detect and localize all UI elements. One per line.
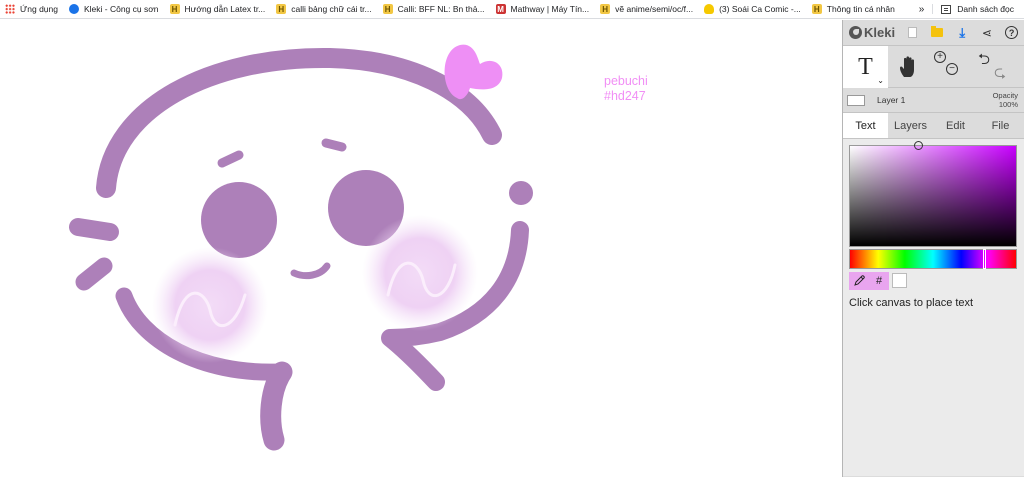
eyedropper-icon bbox=[853, 275, 865, 286]
panel-tabs: Text Layers Edit File bbox=[843, 113, 1024, 138]
zoom-out-icon[interactable]: − bbox=[946, 63, 958, 75]
head-outline-stroke bbox=[96, 47, 502, 198]
tool-panel: Kleki ⤓ ⋖ ? T ⌄ + − ⮌ ⮎ Layer 1 Opacity bbox=[842, 20, 1024, 477]
reading-list-button[interactable]: Danh sách đọc bbox=[932, 4, 1024, 14]
bookmark-h-icon: H bbox=[382, 4, 393, 14]
text-tool-hint: Click canvas to place text bbox=[849, 297, 974, 309]
share-button[interactable]: ⋖ bbox=[975, 20, 1000, 46]
bookmark-profile[interactable]: H Thông tin cá nhân bbox=[807, 0, 901, 18]
panel-topbar: Kleki ⤓ ⋖ ? bbox=[843, 20, 1024, 46]
bookmarks-bar: Ứng dụng Kleki - Công cụ sơn H Hướng dẫn… bbox=[0, 0, 1024, 19]
reading-list-label: Danh sách đọc bbox=[957, 4, 1014, 14]
bookmark-latex[interactable]: H Hướng dẫn Latex tr... bbox=[165, 0, 272, 18]
picker-handle[interactable] bbox=[914, 141, 923, 150]
opacity-value: 100% bbox=[998, 100, 1018, 109]
bookmark-label: Ứng dụng bbox=[20, 4, 58, 14]
new-image-button[interactable] bbox=[900, 20, 925, 46]
apps-grid-icon bbox=[5, 4, 15, 14]
bookmark-label: Mathway | Máy Tín... bbox=[510, 4, 590, 14]
text-tool-icon: T bbox=[858, 53, 873, 80]
hand-icon bbox=[900, 56, 914, 77]
eyedropper-button[interactable] bbox=[849, 271, 869, 290]
hue-handle[interactable] bbox=[983, 249, 986, 269]
layer-preview-row[interactable]: Layer 1 Opacity 100% bbox=[843, 88, 1024, 113]
left-dash-lower-stroke bbox=[75, 257, 113, 291]
bookmark-label: (3) Soái Ca Comic -... bbox=[719, 4, 801, 14]
saturation-value-picker[interactable] bbox=[849, 141, 1017, 247]
new-file-icon bbox=[908, 27, 918, 38]
zoom-in-icon[interactable]: + bbox=[934, 51, 946, 63]
bookmark-h-icon: H bbox=[811, 4, 822, 14]
tool-dropdown-icon[interactable]: ⌄ bbox=[877, 76, 884, 85]
bookmark-label: vẽ anime/semi/oc/f... bbox=[615, 4, 694, 14]
share-icon: ⋖ bbox=[981, 25, 992, 40]
kleki-logo[interactable]: Kleki bbox=[843, 25, 900, 40]
tab-layers[interactable]: Layers bbox=[888, 113, 933, 138]
history-controls: ⮌ ⮎ bbox=[972, 46, 1018, 88]
bookmark-label: Kleki - Công cụ sơn bbox=[83, 4, 159, 14]
undo-icon[interactable]: ⮌ bbox=[978, 49, 990, 74]
heart-bow bbox=[444, 44, 503, 100]
bookmark-h-icon: H bbox=[169, 4, 180, 14]
leg-stroke bbox=[260, 361, 293, 451]
bookmark-anime[interactable]: H vẽ anime/semi/oc/f... bbox=[595, 0, 699, 18]
bookmark-h-icon: H bbox=[276, 4, 287, 14]
kleki-icon bbox=[68, 4, 79, 14]
artist-signature: pebuchi #hd247 bbox=[604, 74, 648, 104]
help-icon: ? bbox=[1005, 26, 1019, 39]
save-button[interactable]: ⤓ bbox=[950, 20, 975, 46]
zoom-controls: + − bbox=[930, 46, 972, 88]
bookmark-kleki[interactable]: Kleki - Công cụ sơn bbox=[64, 0, 165, 18]
layer-name: Layer 1 bbox=[877, 95, 906, 105]
arm-dot bbox=[509, 181, 533, 205]
drawing-canvas[interactable]: pebuchi #hd247 bbox=[0, 20, 842, 477]
hue-slider[interactable] bbox=[849, 249, 1017, 269]
help-button[interactable]: ? bbox=[999, 20, 1024, 46]
layer-opacity: Opacity 100% bbox=[993, 91, 1018, 109]
left-eyebrow-stroke bbox=[217, 150, 244, 168]
bookmark-mathway[interactable]: M Mathway | Máy Tín... bbox=[491, 0, 596, 18]
layer-thumbnail bbox=[847, 94, 865, 106]
folder-icon bbox=[931, 26, 944, 37]
text-tool-button[interactable]: T ⌄ bbox=[843, 46, 888, 88]
hex-input-button[interactable]: # bbox=[869, 271, 889, 290]
tool-row: T ⌄ + − ⮌ ⮎ bbox=[843, 46, 1024, 88]
left-blush bbox=[152, 247, 268, 363]
color-tools-row: # bbox=[849, 271, 1018, 290]
bulb-icon bbox=[704, 4, 715, 14]
current-color-swatch[interactable] bbox=[892, 273, 907, 288]
canvas-drawing bbox=[69, 44, 533, 451]
redo-icon[interactable]: ⮎ bbox=[994, 62, 1006, 87]
left-dash-stroke bbox=[69, 218, 119, 241]
tab-file[interactable]: File bbox=[978, 113, 1023, 138]
text-tab-content: # Click canvas to place text bbox=[843, 138, 1024, 476]
left-eye bbox=[201, 182, 277, 258]
mouth-stroke bbox=[290, 262, 331, 280]
bookmark-label: Hướng dẫn Latex tr... bbox=[184, 4, 266, 14]
signature-name: pebuchi bbox=[604, 74, 648, 88]
bookmark-calli-alphabet[interactable]: H calli bảng chữ cái tr... bbox=[271, 0, 377, 18]
signature-tag: #hd247 bbox=[604, 89, 646, 103]
right-eyebrow-stroke bbox=[321, 138, 347, 152]
open-image-button[interactable] bbox=[925, 20, 950, 46]
reading-list-icon bbox=[941, 4, 952, 14]
bookmark-label: calli bảng chữ cái tr... bbox=[291, 4, 372, 14]
tab-edit[interactable]: Edit bbox=[933, 113, 978, 138]
opacity-label: Opacity bbox=[992, 91, 1018, 100]
bookmark-calli-bff[interactable]: H Calli: BFF NL: Bn thả... bbox=[378, 0, 491, 18]
bookmark-h-icon: H bbox=[600, 4, 611, 14]
bookmarks-overflow-button[interactable]: » bbox=[911, 4, 933, 15]
kleki-logo-icon bbox=[849, 26, 862, 39]
download-icon: ⤓ bbox=[959, 24, 966, 40]
mathway-icon: M bbox=[495, 4, 506, 14]
bookmark-label: Thông tin cá nhân bbox=[826, 4, 895, 14]
tab-text[interactable]: Text bbox=[843, 113, 888, 138]
bookmark-apps[interactable]: Ứng dụng bbox=[0, 0, 64, 18]
bookmark-soai-ca-comic[interactable]: (3) Soái Ca Comic -... bbox=[699, 0, 807, 18]
app-name: Kleki bbox=[864, 25, 896, 40]
hand-tool-button[interactable] bbox=[888, 46, 930, 88]
bookmark-label: Calli: BFF NL: Bn thả... bbox=[397, 4, 485, 14]
